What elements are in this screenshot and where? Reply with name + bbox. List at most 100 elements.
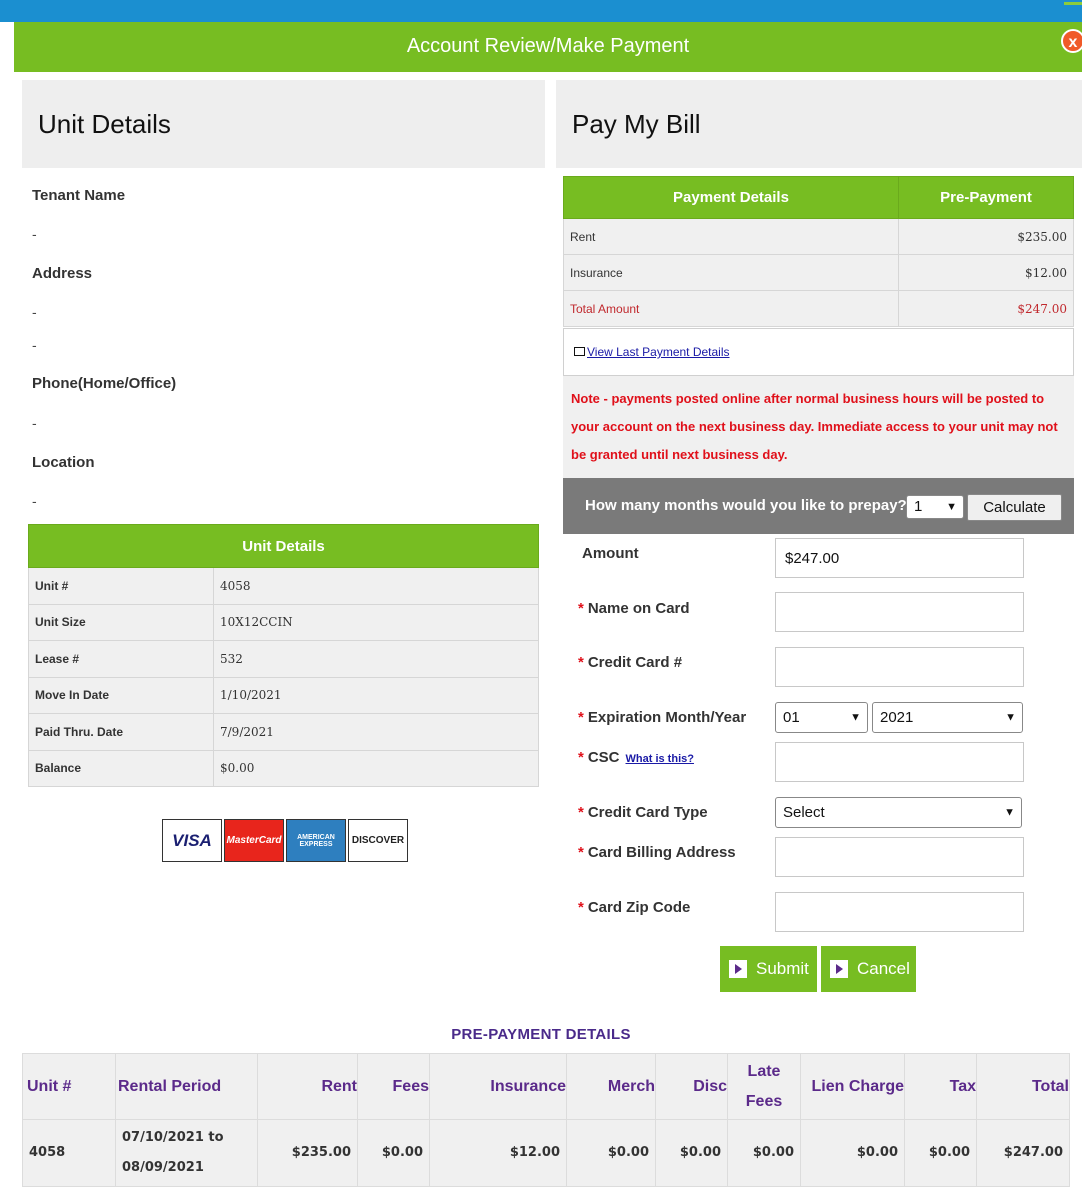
- col-merch: Merch: [566, 1053, 656, 1120]
- card-type-label: * Credit Card Type: [578, 804, 708, 821]
- zip-code-label: * Card Zip Code: [578, 899, 690, 916]
- prepay-months-select[interactable]: 1 ▼: [906, 495, 964, 519]
- paid-thru-value: 7/9/2021: [213, 713, 539, 751]
- phone-value: -: [32, 415, 37, 431]
- balance-label: Balance: [28, 749, 214, 787]
- pre-payment-title: PRE-PAYMENT DETAILS: [451, 1026, 631, 1043]
- expiration-month-value: 01: [783, 709, 800, 726]
- card-type-select[interactable]: Select ▼: [775, 797, 1022, 828]
- unit-size-label: Unit Size: [28, 603, 214, 641]
- cell-lien-charge: $0.00: [800, 1119, 905, 1187]
- table-row: Balance $0.00: [28, 749, 539, 787]
- expiration-text: Expiration Month/Year: [587, 709, 747, 726]
- name-on-card-label: * Name on Card: [578, 600, 690, 617]
- cancel-button[interactable]: Cancel: [821, 946, 916, 992]
- unit-details-heading: Unit Details: [22, 80, 545, 168]
- calculate-button[interactable]: Calculate: [967, 494, 1062, 521]
- late-fees-text: Late Fees: [745, 1062, 783, 1110]
- cell-unit: 4058: [22, 1119, 116, 1187]
- top-strip: [0, 0, 1082, 22]
- billing-address-field[interactable]: [775, 837, 1024, 877]
- card-type-value: Select: [783, 804, 825, 821]
- card-logos: VISA MasterCard AMERICAN EXPRESS DISCOVE…: [162, 819, 408, 862]
- location-label: Location: [32, 454, 95, 471]
- csc-text: CSC: [587, 749, 620, 766]
- card-number-field[interactable]: [775, 647, 1024, 687]
- lease-value: 532: [213, 640, 539, 678]
- card-type-text: Credit Card Type: [587, 804, 708, 821]
- zip-code-field[interactable]: [775, 892, 1024, 932]
- required-mark: *: [578, 844, 584, 861]
- table-row: Unit #4058: [28, 567, 539, 605]
- insurance-value: $12.00: [898, 254, 1074, 291]
- total-label: Total Amount: [563, 290, 899, 327]
- address-label: Address: [32, 265, 93, 282]
- csc-field[interactable]: [775, 742, 1024, 782]
- visa-logo: VISA: [162, 819, 222, 862]
- view-last-payment-text: View Last Payment Details: [587, 345, 730, 359]
- cell-late-fees: $0.00: [727, 1119, 801, 1187]
- total-value: $247.00: [898, 290, 1074, 327]
- submit-button[interactable]: Submit: [720, 946, 817, 992]
- rent-label: Rent: [563, 218, 899, 255]
- expiration-year-value: 2021: [880, 709, 914, 726]
- table-row: Insurance $12.00: [563, 254, 1074, 291]
- col-unit: Unit #: [22, 1053, 116, 1120]
- csc-help-link[interactable]: What is this?: [626, 753, 694, 765]
- prepay-bar: How many months would you like to prepay…: [563, 478, 1074, 534]
- prepay-months-value: 1: [914, 498, 923, 515]
- required-mark: *: [578, 600, 584, 617]
- close-icon[interactable]: x: [1061, 29, 1082, 53]
- submit-label: Submit: [756, 959, 809, 978]
- payment-details-header: Payment Details: [563, 176, 899, 219]
- card-number-text: Credit Card #: [587, 654, 683, 671]
- chevron-down-icon: ▼: [946, 501, 957, 513]
- cell-merch: $0.00: [566, 1119, 656, 1187]
- cell-fees: $0.00: [357, 1119, 430, 1187]
- play-icon: [830, 960, 848, 978]
- required-mark: *: [578, 804, 584, 821]
- tenant-name-label: Tenant Name: [32, 187, 126, 204]
- expiration-month-select[interactable]: 01 ▼: [775, 702, 868, 733]
- col-tax: Tax: [904, 1053, 977, 1120]
- address-line-1: -: [32, 304, 37, 320]
- table-row: Rent $235.00: [563, 218, 1074, 255]
- csc-label: * CSC What is this?: [578, 749, 694, 766]
- discover-logo: DISCOVER: [348, 819, 408, 862]
- move-in-value: 1/10/2021: [213, 676, 539, 714]
- col-total: Total: [976, 1053, 1070, 1120]
- modal-title: Account Review/Make Payment: [14, 22, 1082, 72]
- billing-address-label: * Card Billing Address: [578, 844, 736, 861]
- col-rental-period: Rental Period: [115, 1053, 258, 1120]
- pre-payment-header: Pre-Payment: [898, 176, 1074, 219]
- required-mark: *: [578, 654, 584, 671]
- unit-size-value: 10X12CCIN: [213, 603, 539, 641]
- cell-rent: $235.00: [257, 1119, 358, 1187]
- cell-tax: $0.00: [904, 1119, 977, 1187]
- discover-text: DISCOVER: [351, 835, 405, 846]
- lease-label: Lease #: [28, 640, 214, 678]
- chevron-down-icon: ▼: [1005, 711, 1016, 723]
- view-last-payment-link[interactable]: View Last Payment Details: [574, 345, 730, 359]
- amount-field[interactable]: $247.00: [775, 538, 1024, 578]
- table-row: 4058 07/10/2021 to 08/09/2021 $235.00 $0…: [22, 1119, 1070, 1187]
- col-disc: Disc: [655, 1053, 728, 1120]
- col-lien-charge: Lien Charge: [800, 1053, 905, 1120]
- amex-logo: AMERICAN EXPRESS: [286, 819, 346, 862]
- table-row: Lease #532: [28, 640, 539, 678]
- table-row: Paid Thru. Date 7/9/2021: [28, 713, 539, 751]
- required-mark: *: [578, 709, 584, 726]
- prepay-label: How many months would you like to prepay…: [585, 497, 912, 514]
- name-on-card-field[interactable]: [775, 592, 1024, 632]
- location-value: -: [32, 493, 37, 509]
- cell-disc: $0.00: [655, 1119, 728, 1187]
- move-in-label: Move In Date: [28, 676, 214, 714]
- balance-value: $0.00: [213, 749, 539, 787]
- insurance-label: Insurance: [563, 254, 899, 291]
- cell-rental-period: 07/10/2021 to 08/09/2021: [115, 1119, 258, 1187]
- mastercard-text: MasterCard: [226, 835, 282, 846]
- expiration-year-select[interactable]: 2021 ▼: [872, 702, 1023, 733]
- col-rent: Rent: [257, 1053, 358, 1120]
- card-number-label: * Credit Card #: [578, 654, 682, 671]
- payment-note: Note - payments posted online after norm…: [563, 376, 1074, 478]
